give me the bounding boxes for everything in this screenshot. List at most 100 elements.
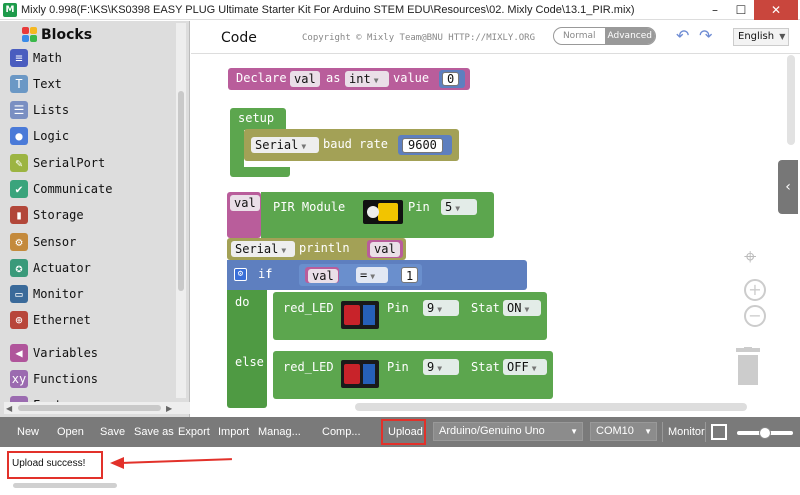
led-on-stat-select[interactable]: ON ▼ bbox=[503, 300, 541, 316]
declare-label: Declare bbox=[236, 71, 287, 85]
undo-icon[interactable]: ↶ bbox=[676, 26, 689, 45]
trash-icon[interactable] bbox=[735, 347, 761, 385]
redo-icon[interactable]: ↷ bbox=[699, 26, 712, 45]
window-title: Mixly 0.998(F:\KS\KS0398 EASY PLUG Ultim… bbox=[21, 3, 635, 16]
export-button[interactable]: Export bbox=[178, 426, 210, 438]
pir-module-block[interactable]: PIR Module Pin 5 ▼ bbox=[261, 192, 494, 238]
chevron-down-icon: ▼ bbox=[281, 246, 287, 255]
sidebar-item-ethernet[interactable]: ⊕ Ethernet bbox=[10, 310, 91, 330]
compare-operator-value: = bbox=[360, 268, 368, 282]
save-button[interactable]: Save bbox=[100, 426, 125, 438]
chevron-down-icon: ▼ bbox=[779, 32, 786, 41]
red-led-off-block[interactable]: red_LED Pin 9 ▼ Stat OFF ▼ bbox=[273, 351, 553, 399]
declare-value-field[interactable]: 0 bbox=[442, 72, 460, 86]
serial-value: Serial bbox=[255, 138, 299, 152]
compare-var-field[interactable]: val bbox=[308, 269, 338, 283]
led-on-pin-select[interactable]: 9 ▼ bbox=[423, 300, 459, 316]
red-led-on-block[interactable]: red_LED Pin 9 ▼ Stat ON ▼ bbox=[273, 292, 547, 340]
led-on-stat-value: ON bbox=[507, 301, 522, 315]
sidebar-item-math[interactable]: ≡ Math bbox=[10, 48, 62, 68]
assign-var-field[interactable]: val bbox=[230, 195, 260, 211]
sidebar-horizontal-thumb[interactable] bbox=[18, 405, 161, 411]
code-panel-toggle[interactable]: ‹ bbox=[778, 160, 798, 214]
sidebar-item-label: Functions bbox=[33, 372, 99, 386]
actuator-icon: ✪ bbox=[10, 259, 28, 277]
setup-block-side bbox=[230, 129, 244, 169]
sidebar-item-functions[interactable]: xy Functions bbox=[10, 369, 98, 389]
recenter-icon[interactable]: ⌖ bbox=[744, 245, 756, 270]
else-label: else bbox=[235, 355, 264, 369]
sidebar-item-text[interactable]: T Text bbox=[10, 74, 62, 94]
serial-baud-block[interactable]: Serial ▼ baud rate 9600 bbox=[244, 129, 459, 161]
maximize-button[interactable]: ☐ bbox=[728, 0, 754, 20]
output-console: Upload success! bbox=[0, 447, 800, 495]
sidebar-item-label: Monitor bbox=[33, 287, 84, 301]
scroll-right-arrow-icon[interactable]: ▶ bbox=[166, 404, 172, 413]
compare-operator-select[interactable]: = ▼ bbox=[356, 267, 388, 283]
minimize-button[interactable]: – bbox=[702, 0, 728, 20]
mode-switch[interactable]: Normal Advanced bbox=[553, 27, 656, 45]
manage-button[interactable]: Manag... bbox=[258, 426, 301, 438]
declare-type-select[interactable]: int ▼ bbox=[345, 71, 389, 87]
led-on-stat-label: Stat bbox=[471, 301, 500, 315]
variables-icon: ◀ bbox=[10, 344, 28, 362]
led-off-pin-select[interactable]: 9 ▼ bbox=[423, 359, 459, 375]
compare-var-socket: val bbox=[305, 267, 339, 283]
save-as-button[interactable]: Save as bbox=[134, 426, 174, 438]
console-scrollbar[interactable] bbox=[13, 483, 117, 488]
chevron-down-icon: ▼ bbox=[455, 204, 461, 213]
declare-var-field[interactable]: val bbox=[290, 71, 320, 87]
close-button[interactable]: ✕ bbox=[754, 0, 798, 20]
sidebar-item-logic[interactable]: ● Logic bbox=[10, 126, 69, 146]
serialport-icon: ✎ bbox=[10, 154, 28, 172]
import-button[interactable]: Import bbox=[218, 426, 249, 438]
zoom-in-icon[interactable]: + bbox=[744, 279, 766, 301]
compare-block[interactable]: val = ▼ 1 bbox=[299, 264, 422, 286]
mutator-icon[interactable]: ⚙ bbox=[234, 268, 247, 281]
sidebar-item-label: Math bbox=[33, 51, 62, 65]
sidebar-scrollbar-thumb[interactable] bbox=[178, 91, 184, 291]
assign-val-block[interactable]: val bbox=[227, 192, 261, 238]
chip-icon[interactable] bbox=[711, 424, 727, 440]
language-select[interactable]: English ▼ bbox=[733, 28, 789, 46]
sidebar-item-actuator[interactable]: ✪ Actuator bbox=[10, 258, 91, 278]
new-button[interactable]: New bbox=[17, 426, 39, 438]
mode-normal[interactable]: Normal bbox=[554, 28, 605, 44]
zoom-slider-knob[interactable] bbox=[759, 427, 771, 439]
setup-block[interactable]: setup bbox=[230, 108, 286, 130]
serial-println-block[interactable]: Serial ▼ println val bbox=[227, 238, 406, 260]
baud-rate-field[interactable]: 9600 bbox=[402, 138, 443, 153]
led-off-pin-label: Pin bbox=[387, 360, 409, 374]
port-select[interactable]: COM10 ▼ bbox=[590, 422, 657, 441]
workspace-vertical-scrollbar[interactable] bbox=[787, 55, 795, 145]
open-button[interactable]: Open bbox=[57, 426, 84, 438]
declare-block[interactable]: Declare val as int ▼ value 0 bbox=[228, 68, 470, 90]
zoom-out-icon[interactable]: − bbox=[744, 305, 766, 327]
chevron-left-icon: ‹ bbox=[785, 179, 791, 195]
storage-icon: ▮ bbox=[10, 206, 28, 224]
sidebar-item-storage[interactable]: ▮ Storage bbox=[10, 205, 84, 225]
board-select[interactable]: Arduino/Genuino Uno ▼ bbox=[433, 422, 583, 441]
sidebar-item-lists[interactable]: ☰ Lists bbox=[10, 100, 69, 120]
math-icon: ≡ bbox=[10, 49, 28, 67]
sidebar-item-communicate[interactable]: ✔ Communicate bbox=[10, 179, 112, 199]
serial-select[interactable]: Serial ▼ bbox=[251, 137, 319, 153]
blockly-workspace[interactable]: Declare val as int ▼ value 0 setup Serial… bbox=[191, 55, 800, 417]
sidebar-item-serialport[interactable]: ✎ SerialPort bbox=[10, 153, 105, 173]
upload-button[interactable]: Upload bbox=[388, 426, 423, 438]
sidebar-item-monitor[interactable]: ▭ Monitor bbox=[10, 284, 84, 304]
scroll-left-arrow-icon[interactable]: ◀ bbox=[6, 404, 12, 413]
compile-button[interactable]: Comp... bbox=[322, 426, 361, 438]
sidebar-item-label: Actuator bbox=[33, 261, 91, 275]
mode-advanced[interactable]: Advanced bbox=[604, 28, 655, 44]
tab-code[interactable]: Code bbox=[221, 30, 257, 46]
sidebar-item-sensor[interactable]: ⚙ Sensor bbox=[10, 232, 76, 252]
workspace-horizontal-scrollbar[interactable] bbox=[355, 403, 747, 411]
compare-value-field[interactable]: 1 bbox=[401, 267, 419, 283]
println-var-field[interactable]: val bbox=[370, 242, 400, 257]
led-off-stat-select[interactable]: OFF ▼ bbox=[503, 359, 547, 375]
pir-pin-select[interactable]: 5 ▼ bbox=[441, 199, 477, 215]
sidebar-item-variables[interactable]: ◀ Variables bbox=[10, 343, 98, 363]
monitor-button[interactable]: Monitor bbox=[668, 426, 705, 438]
println-serial-select[interactable]: Serial ▼ bbox=[231, 241, 295, 257]
